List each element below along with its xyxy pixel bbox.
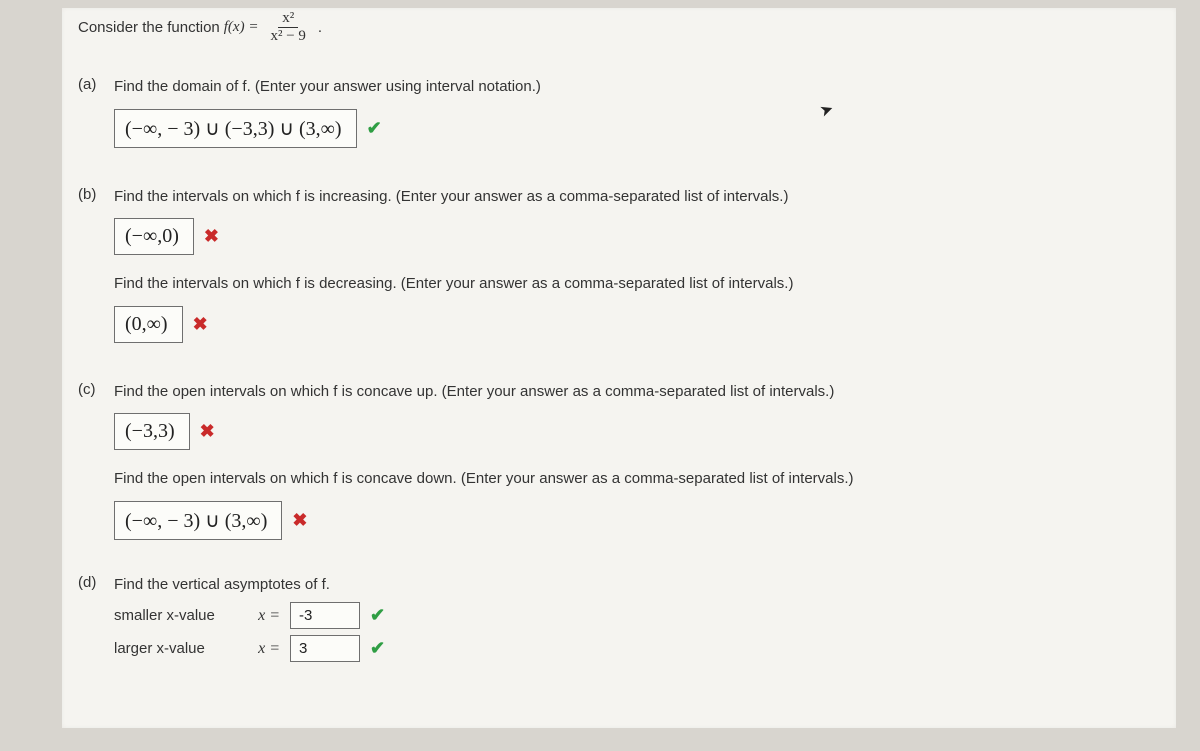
smaller-x-input[interactable]: -3 [290, 602, 360, 629]
part-a-answer-input[interactable]: (−∞, − 3) ∪ (−3,3) ∪ (3,∞) [114, 109, 357, 148]
part-b-label: (b) [78, 186, 104, 203]
part-a: (a) Find the domain of f. (Enter your an… [78, 76, 1148, 148]
part-c: (c) Find the open intervals on which f i… [78, 381, 1148, 540]
worksheet-page: Consider the function f(x) = x² x² − 9 .… [62, 8, 1176, 728]
x-icon: ✖ [193, 314, 208, 335]
part-b-answer2-input[interactable]: (0,∞) [114, 306, 183, 343]
part-c-prompt1: Find the open intervals on which f is co… [114, 381, 1148, 404]
larger-x-label: larger x-value [114, 640, 234, 657]
x-icon: ✖ [204, 226, 219, 247]
check-icon: ✔ [370, 638, 385, 659]
fraction-numerator: x² [278, 10, 298, 28]
intro-prefix: Consider the function [78, 19, 220, 36]
larger-x-input[interactable]: 3 [290, 635, 360, 662]
intro-fraction: x² x² − 9 [266, 10, 309, 44]
x-equals-label: x = [244, 607, 280, 625]
intro-period: . [318, 19, 322, 36]
x-icon: ✖ [200, 421, 215, 442]
part-d-label: (d) [78, 574, 104, 591]
part-c-prompt2: Find the open intervals on which f is co… [114, 468, 1148, 491]
part-b-answer1-input[interactable]: (−∞,0) [114, 218, 194, 255]
part-b-prompt2: Find the intervals on which f is decreas… [114, 273, 1148, 296]
part-c-answer1-input[interactable]: (−3,3) [114, 413, 190, 450]
check-icon: ✔ [370, 605, 385, 626]
part-b-prompt1: Find the intervals on which f is increas… [114, 186, 1148, 209]
intro-func-lhs: f(x) = [224, 19, 259, 36]
intro-line: Consider the function f(x) = x² x² − 9 . [74, 8, 1148, 58]
fraction-denominator: x² − 9 [266, 28, 309, 45]
x-icon: ✖ [292, 510, 307, 531]
part-a-label: (a) [78, 76, 104, 93]
part-d: (d) Find the vertical asymptotes of f. s… [78, 574, 1148, 663]
part-c-answer2-input[interactable]: (−∞, − 3) ∪ (3,∞) [114, 501, 282, 540]
part-b: (b) Find the intervals on which f is inc… [78, 186, 1148, 343]
part-c-label: (c) [78, 381, 104, 398]
part-a-prompt: Find the domain of f. (Enter your answer… [114, 76, 1148, 99]
part-d-prompt: Find the vertical asymptotes of f. [114, 574, 1148, 597]
smaller-x-label: smaller x-value [114, 607, 234, 624]
check-icon: ✔ [367, 118, 382, 139]
x-equals-label: x = [244, 640, 280, 658]
